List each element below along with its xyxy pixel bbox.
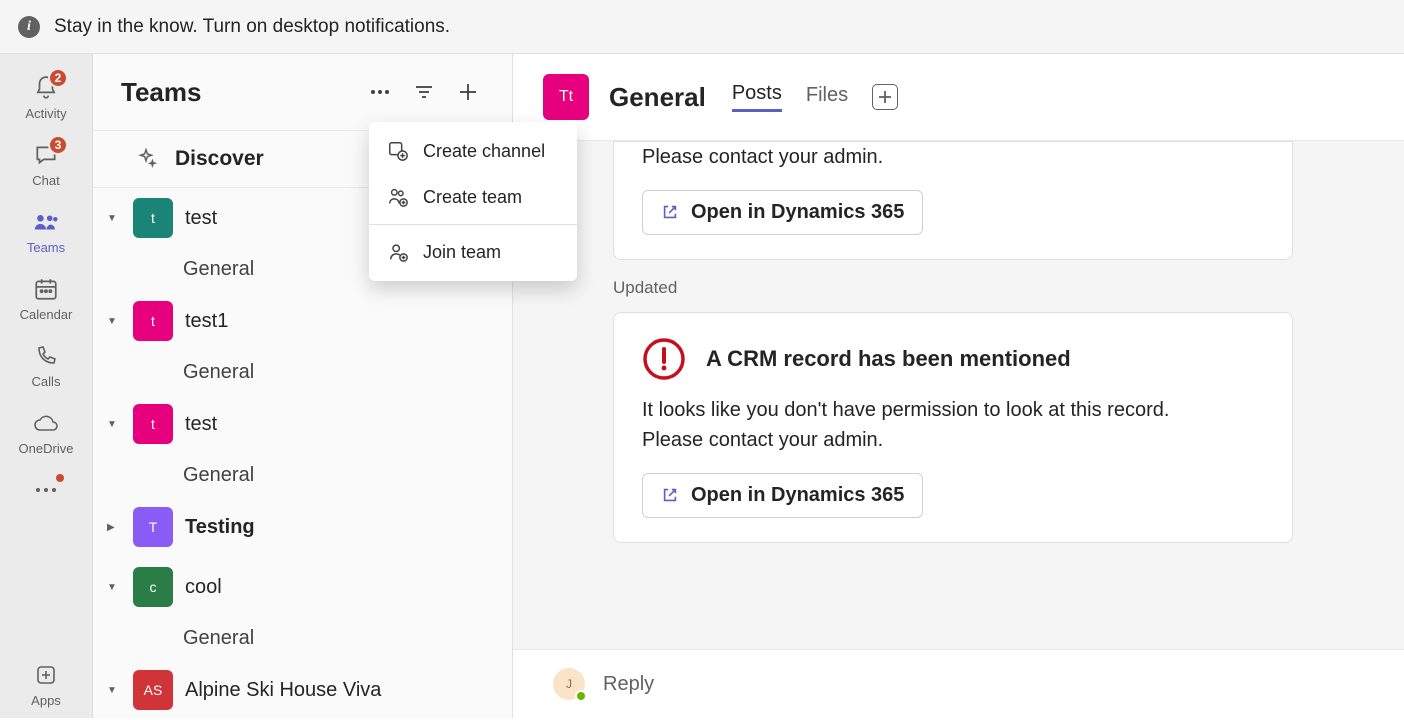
calendar-icon [32,275,60,303]
external-link-icon [661,486,681,506]
menu-separator [369,224,577,225]
reply-bar[interactable]: J Reply [513,649,1404,718]
posts-body[interactable]: Please contact your admin. Open in Dynam… [513,141,1404,649]
rail-activity[interactable]: 2 Activity [6,64,86,131]
presence-available-icon [575,690,587,702]
team-row[interactable]: ▶ T Testing [93,497,512,557]
team-name: test [185,207,217,230]
rail-calls[interactable]: Calls [6,332,86,399]
tab-files[interactable]: Files [806,84,848,111]
menu-create-channel-label: Create channel [423,141,545,162]
reply-avatar: J [553,668,585,700]
team-avatar: AS [133,670,173,710]
menu-join-team[interactable]: Join team [369,229,577,275]
crm-card-partial-body: Please contact your admin. [642,142,1264,172]
crm-card: A CRM record has been mentioned It looks… [613,312,1293,543]
rail-chat-label: Chat [32,173,59,188]
rail-teams-label: Teams [27,240,65,255]
rail-more[interactable] [6,466,86,514]
channel-avatar: Tt [543,74,589,120]
rail-apps-label: Apps [31,693,61,708]
caret-icon: ▼ [107,685,121,696]
external-link-icon [661,203,681,223]
team-name: Alpine Ski House Viva [185,679,381,702]
teams-filter-button[interactable] [406,74,442,110]
warning-icon [642,337,686,381]
notification-bar: i Stay in the know. Turn on desktop noti… [0,0,1404,54]
rail-chat[interactable]: 3 Chat [6,131,86,198]
teams-more-button[interactable] [362,74,398,110]
team-avatar: t [133,301,173,341]
rail-calendar-label: Calendar [20,307,73,322]
team-name: Testing [185,516,255,539]
open-dynamics-label: Open in Dynamics 365 [691,484,904,507]
tab-posts[interactable]: Posts [732,82,782,112]
teams-add-button[interactable] [450,74,486,110]
people-icon [32,208,60,236]
crm-card-partial: Please contact your admin. Open in Dynam… [613,141,1293,260]
team-avatar: t [133,198,173,238]
caret-icon: ▼ [107,582,121,593]
teams-pane-title: Teams [121,77,354,108]
menu-join-team-label: Join team [423,242,501,263]
channel-row[interactable]: General [93,351,512,394]
add-tab-button[interactable] [872,84,898,110]
menu-create-channel[interactable]: Create channel [369,128,577,174]
chat-badge: 3 [48,135,68,155]
reply-placeholder: Reply [603,673,654,696]
channel-tabs: Posts Files [732,82,898,112]
team-avatar: T [133,507,173,547]
rail-teams[interactable]: Teams [6,198,86,265]
teams-add-menu: Create channel Create team Join team [369,122,577,281]
team-name: cool [185,576,222,599]
rail-calendar[interactable]: Calendar [6,265,86,332]
menu-create-team[interactable]: Create team [369,174,577,220]
apps-icon [32,661,60,689]
open-dynamics-label: Open in Dynamics 365 [691,201,904,224]
team-row[interactable]: ▼ c cool [93,557,512,617]
caret-icon: ▼ [107,213,121,224]
rail-onedrive-label: OneDrive [19,441,74,456]
create-channel-icon [387,140,409,162]
team-row[interactable]: ▼ t test1 [93,291,512,351]
content-area: Tt General Posts Files Please contact yo… [513,54,1404,718]
channel-row[interactable]: General [93,617,512,660]
channel-title: General [609,82,706,113]
more-notification-dot [56,474,64,482]
rail-apps[interactable]: Apps [6,651,86,718]
caret-icon: ▼ [107,316,121,327]
open-dynamics-button[interactable]: Open in Dynamics 365 [642,473,923,518]
app-rail: 2 Activity 3 Chat Teams Calendar [0,54,93,718]
sparkle-icon [135,147,159,171]
rail-activity-label: Activity [25,106,66,121]
rail-onedrive[interactable]: OneDrive [6,399,86,466]
create-team-icon [387,186,409,208]
rail-calls-label: Calls [32,374,61,389]
notification-text: Stay in the know. Turn on desktop notifi… [54,16,450,38]
join-team-icon [387,241,409,263]
crm-card-body: It looks like you don't have permission … [642,395,1264,455]
phone-icon [32,342,60,370]
team-avatar: c [133,567,173,607]
activity-badge: 2 [48,68,68,88]
team-name: test [185,413,217,436]
caret-icon: ▼ [107,419,121,430]
channel-header: Tt General Posts Files [513,54,1404,141]
info-icon: i [18,16,40,38]
team-row[interactable]: ▼ t test [93,394,512,454]
caret-icon: ▶ [107,522,121,533]
updated-label: Updated [613,278,1390,298]
open-dynamics-button[interactable]: Open in Dynamics 365 [642,190,923,235]
cloud-icon [32,409,60,437]
team-row[interactable]: ▼ AS Alpine Ski House Viva [93,660,512,720]
discover-label: Discover [175,147,264,171]
channel-row[interactable]: General [93,454,512,497]
teams-pane-header: Teams [93,54,512,130]
team-avatar: t [133,404,173,444]
crm-card-title: A CRM record has been mentioned [706,346,1071,372]
team-name: test1 [185,310,228,333]
menu-create-team-label: Create team [423,187,522,208]
teams-pane: Teams Discover ▼ t testGeneral▼ t test1G… [93,54,513,718]
